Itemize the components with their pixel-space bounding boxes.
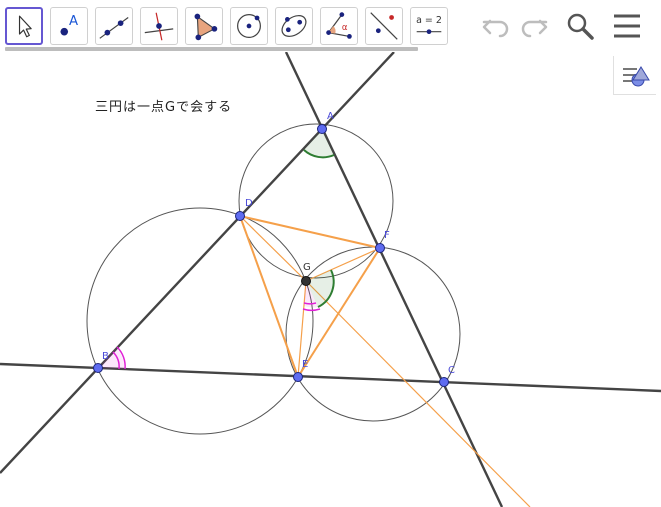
perpendicular-tool-button[interactable] bbox=[140, 7, 178, 45]
line-icon bbox=[99, 16, 129, 39]
search-button[interactable] bbox=[564, 10, 596, 42]
reflect-tool-button[interactable] bbox=[365, 7, 403, 45]
style-bar-toggle-button[interactable] bbox=[613, 56, 656, 95]
circle-BDE[interactable] bbox=[86, 207, 314, 435]
segment-DF[interactable] bbox=[239, 215, 381, 249]
undo-icon bbox=[482, 19, 509, 38]
points bbox=[93, 124, 449, 387]
slider-tool-button[interactable]: a = 2 bbox=[410, 7, 448, 45]
style-bar-toggle-icon bbox=[623, 66, 650, 87]
geometry-canvas[interactable]: A B C D E F G bbox=[0, 52, 661, 507]
angle-tool-button[interactable]: α bbox=[320, 7, 358, 45]
conic-tool-button[interactable] bbox=[275, 7, 313, 45]
main-menu-button[interactable] bbox=[611, 10, 643, 42]
redo-button[interactable] bbox=[518, 10, 550, 42]
segment-DG[interactable] bbox=[239, 215, 307, 282]
segment-DE[interactable] bbox=[239, 215, 299, 378]
angle-G2-arc-outer[interactable] bbox=[302, 308, 321, 312]
ellipse-icon bbox=[281, 15, 307, 37]
point-B[interactable] bbox=[93, 363, 103, 373]
caption-text[interactable]: 三円は一点Gで会する bbox=[95, 96, 232, 115]
polygon-icon bbox=[194, 13, 218, 41]
move-tool-button[interactable] bbox=[5, 7, 43, 45]
point-A[interactable] bbox=[317, 124, 327, 134]
slider-icon: a = 2 bbox=[416, 15, 442, 35]
point-icon: A bbox=[60, 14, 78, 36]
search-icon bbox=[567, 13, 594, 40]
perpendicular-line-icon bbox=[144, 12, 174, 41]
graphics-view[interactable]: A B C D E F G bbox=[0, 52, 661, 507]
slider-tool-glyph: a = 2 bbox=[416, 15, 442, 26]
toolbar-scrollbar[interactable] bbox=[5, 47, 418, 51]
point-C[interactable] bbox=[439, 377, 449, 387]
point-E[interactable] bbox=[293, 372, 303, 382]
point-G[interactable] bbox=[301, 276, 311, 286]
point-tool-button[interactable]: A bbox=[50, 7, 88, 45]
label-E: E bbox=[302, 359, 308, 370]
label-C: C bbox=[448, 365, 455, 376]
redo-icon bbox=[521, 19, 548, 38]
move-arrow-icon bbox=[18, 15, 32, 38]
label-B: B bbox=[102, 351, 109, 362]
point-D[interactable] bbox=[235, 211, 245, 221]
toolbar: A α a = 2 bbox=[0, 0, 661, 51]
angle-G2-arc-inner[interactable] bbox=[303, 302, 317, 305]
menu-icon bbox=[614, 14, 640, 38]
point-F[interactable] bbox=[375, 243, 385, 253]
circle-center-point-icon bbox=[237, 14, 261, 38]
line-AB[interactable] bbox=[0, 52, 395, 474]
polygon-tool-button[interactable] bbox=[185, 7, 223, 45]
undo-button[interactable] bbox=[480, 10, 512, 42]
angle-icon: α bbox=[326, 12, 352, 39]
circle-tool-button[interactable] bbox=[230, 7, 268, 45]
label-D: D bbox=[245, 198, 253, 209]
reflect-icon bbox=[370, 12, 398, 40]
label-G: G bbox=[303, 262, 311, 273]
label-A: A bbox=[327, 111, 334, 122]
point-tool-glyph: A bbox=[69, 14, 78, 29]
line-tool-button[interactable] bbox=[95, 7, 133, 45]
angle-tool-glyph: α bbox=[342, 23, 348, 33]
label-F: F bbox=[384, 230, 390, 241]
ray-GC[interactable] bbox=[305, 280, 531, 507]
